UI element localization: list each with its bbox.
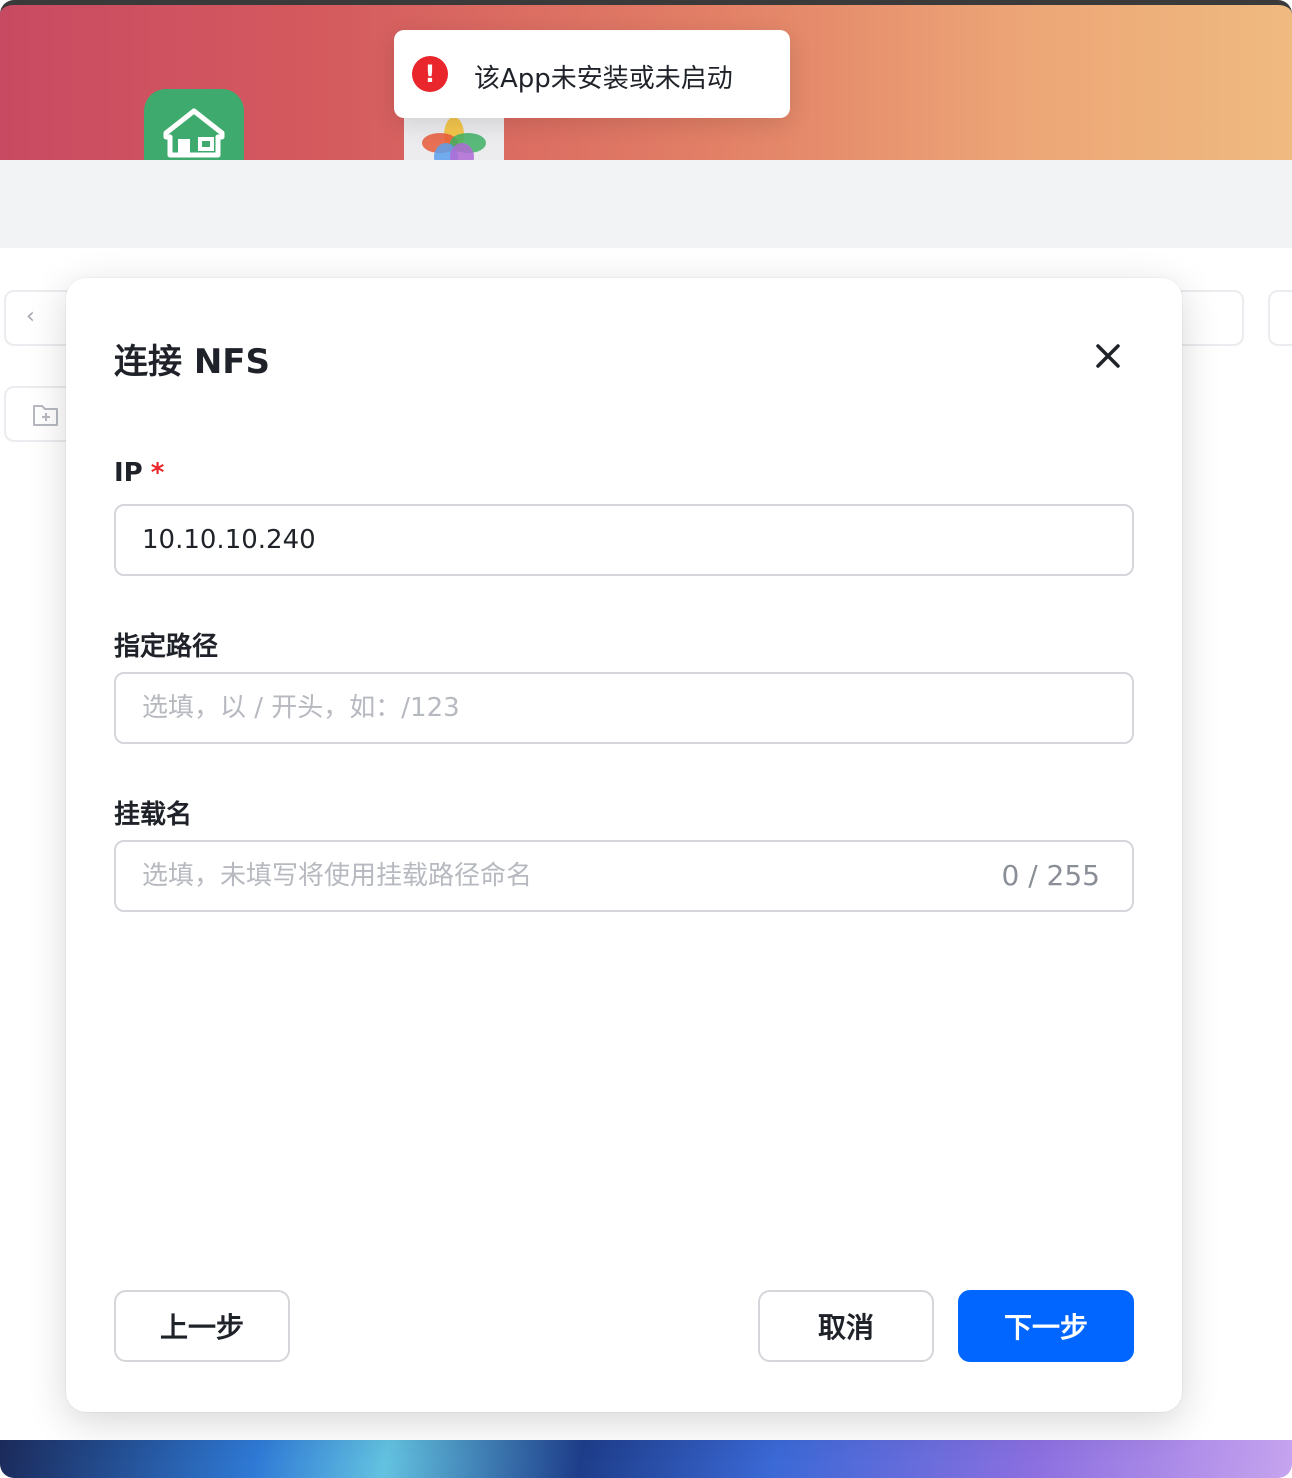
mount-name-input[interactable] — [114, 840, 1134, 912]
mount-name-label: 挂载名 — [114, 800, 193, 830]
chevron-left-icon: ‹ — [26, 304, 35, 329]
toast-message: 该App未安装或未启动 — [474, 64, 733, 94]
ip-label: IP * — [114, 458, 164, 488]
close-button[interactable] — [1090, 338, 1126, 374]
prev-step-button[interactable]: 上一步 — [114, 1290, 290, 1362]
ip-input[interactable] — [114, 504, 1134, 576]
desktop-wallpaper-bottom — [0, 1440, 1292, 1478]
error-toast: ! 该App未安装或未启动 — [394, 30, 790, 118]
cancel-button[interactable]: 取消 — [758, 1290, 934, 1362]
path-label: 指定路径 — [114, 632, 219, 662]
back-button[interactable]: ‹ — [4, 290, 74, 346]
path-input[interactable] — [114, 672, 1134, 744]
dialog-title: 连接 NFS — [114, 342, 271, 382]
new-folder-button[interactable] — [4, 386, 74, 442]
required-mark: * — [150, 458, 165, 488]
connect-nfs-dialog: 连接 NFS IP* 指定路径 挂载名 0 / 255 上一步 取消 下一步 — [66, 278, 1182, 1412]
house-icon — [163, 108, 225, 158]
close-icon — [1096, 344, 1120, 368]
ip-label-text: IP — [114, 458, 143, 488]
search-icon[interactable] — [1268, 290, 1292, 346]
char-counter: 0 / 255 — [1001, 859, 1101, 892]
edoc-app-icon[interactable] — [144, 89, 244, 160]
error-icon: ! — [412, 56, 448, 92]
toolbar-band — [0, 160, 1292, 248]
next-step-button[interactable]: 下一步 — [958, 1290, 1134, 1362]
